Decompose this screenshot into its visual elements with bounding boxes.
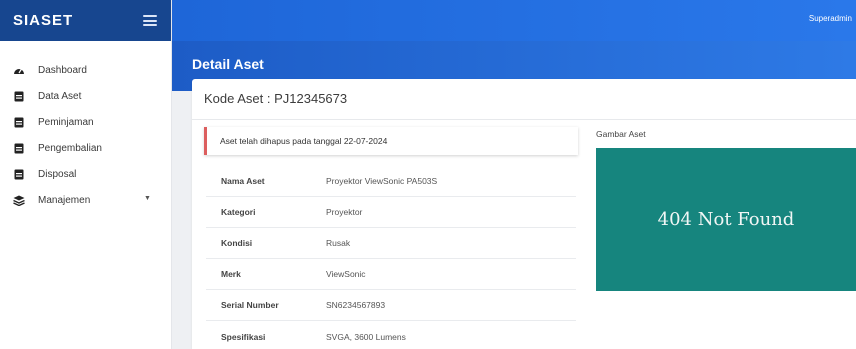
row-label: Spesifikasi <box>221 331 266 342</box>
row-label: Nama Aset <box>221 176 265 186</box>
row-value: ViewSonic <box>326 269 366 279</box>
sidebar-item-peminjaman[interactable]: Peminjaman <box>0 109 171 135</box>
sidebar-item-label: Peminjaman <box>38 116 94 128</box>
divider <box>192 119 856 120</box>
image-placeholder-text: 404 Not Found <box>657 209 795 230</box>
detail-table: Nama Aset Proyektor ViewSonic PA503S Kat… <box>206 166 576 349</box>
user-menu[interactable]: Superadmin <box>809 14 852 23</box>
row-label: Merk <box>221 269 241 279</box>
asset-image: 404 Not Found <box>596 148 856 291</box>
page-title: Detail Aset <box>192 56 264 72</box>
detail-card: Kode Aset : PJ12345673 Aset telah dihapu… <box>192 79 856 349</box>
document-icon <box>12 141 26 155</box>
row-value: Rusak <box>326 238 351 248</box>
sidebar-menu: Dashboard Data Aset Peminjaman Pengembal… <box>0 41 171 213</box>
sidebar-item-label: Manajemen <box>38 194 91 206</box>
sidebar: SIASET Dashboard Data Aset Peminjaman Pe… <box>0 0 172 349</box>
table-row: Nama Aset Proyektor ViewSonic PA503S <box>206 166 576 197</box>
sidebar-item-manajemen[interactable]: Manajemen ▼ <box>0 187 171 213</box>
table-row: Merk ViewSonic <box>206 259 576 290</box>
document-icon <box>12 167 26 181</box>
table-row: Kategori Proyektor <box>206 197 576 228</box>
row-label: Serial Number <box>221 300 279 310</box>
brand-name: SIASET <box>13 12 74 29</box>
row-label: Kondisi <box>221 238 253 248</box>
row-label: Kategori <box>221 207 256 217</box>
document-icon <box>12 89 26 103</box>
topbar: Superadmin <box>172 0 856 41</box>
sidebar-item-dashboard[interactable]: Dashboard <box>0 57 171 83</box>
table-row: Spesifikasi SVGA, 3600 Lumens <box>206 321 576 349</box>
sidebar-item-disposal[interactable]: Disposal <box>0 161 171 187</box>
sidebar-item-label: Dashboard <box>38 64 87 76</box>
sidebar-item-label: Disposal <box>38 168 77 180</box>
sidebar-item-pengembalian[interactable]: Pengembalian <box>0 135 171 161</box>
sidebar-item-label: Data Aset <box>38 90 82 102</box>
dashboard-gauge-icon <box>12 63 26 77</box>
hamburger-menu-icon[interactable] <box>143 15 157 26</box>
chevron-down-icon: ▼ <box>144 195 151 202</box>
table-row: Kondisi Rusak <box>206 228 576 259</box>
document-icon <box>12 115 26 129</box>
image-label: Gambar Aset <box>596 129 646 139</box>
sidebar-item-data-aset[interactable]: Data Aset <box>0 83 171 109</box>
brand-bar: SIASET <box>0 0 171 41</box>
layers-icon <box>12 193 26 207</box>
alert-text: Aset telah dihapus pada tanggal 22-07-20… <box>220 136 388 146</box>
sidebar-item-label: Pengembalian <box>38 142 102 154</box>
row-value: Proyektor <box>326 207 363 217</box>
deleted-alert: Aset telah dihapus pada tanggal 22-07-20… <box>204 127 578 155</box>
table-row: Serial Number SN6234567893 <box>206 290 576 321</box>
row-value: Proyektor ViewSonic PA503S <box>326 176 438 186</box>
asset-code-title: Kode Aset : PJ12345673 <box>204 91 348 106</box>
row-value: SVGA, 3600 Lumens <box>326 331 406 342</box>
row-value: SN6234567893 <box>326 300 386 310</box>
